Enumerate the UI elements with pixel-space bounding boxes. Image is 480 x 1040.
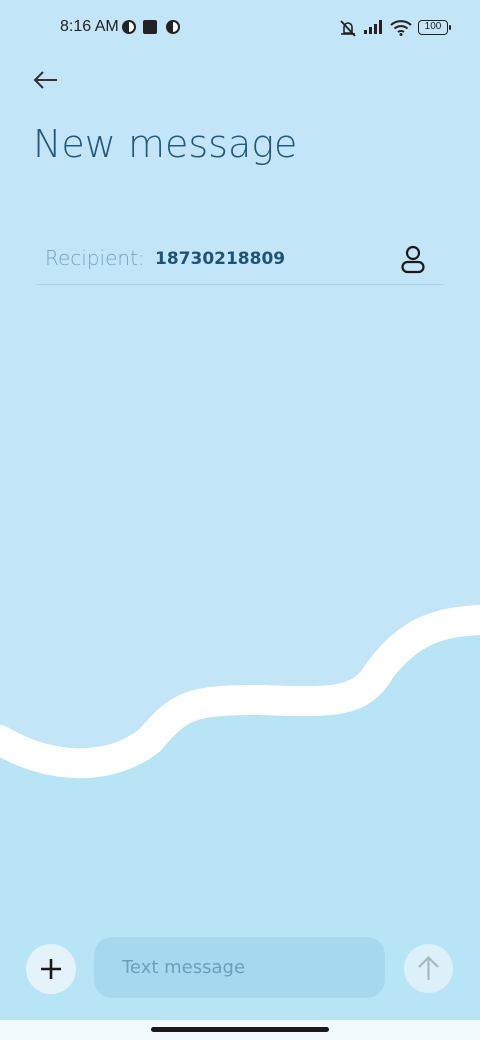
arrow-up-icon (418, 955, 439, 980)
send-button[interactable] (404, 944, 453, 993)
status-time: 8:16 AM (60, 18, 119, 35)
page-title: New message (33, 122, 298, 166)
recipient-label: Recipient: (45, 246, 145, 270)
home-indicator[interactable] (151, 1027, 329, 1032)
recipient-value[interactable]: 18730218809 (155, 249, 285, 269)
add-attachment-button[interactable] (26, 944, 76, 994)
notification-dot-icon (122, 20, 136, 34)
text-message-input[interactable] (94, 937, 385, 998)
plus-icon (41, 959, 61, 979)
recipient-field[interactable]: Recipient: 18730218809 (36, 232, 444, 285)
battery-level: 100 (424, 21, 442, 32)
status-bar: 8:16 AM 100 (0, 0, 480, 56)
stop-square-icon (143, 20, 157, 34)
signal-icon (364, 20, 382, 34)
notification-dot-icon (166, 20, 180, 34)
pick-contact-button[interactable] (396, 240, 430, 276)
person-icon (401, 245, 425, 274)
screen: 8:16 AM 100 New message Recipient: 18730… (0, 0, 480, 1040)
arrow-left-icon (33, 71, 57, 89)
mute-vibrate-icon (340, 20, 356, 37)
back-button[interactable] (28, 64, 64, 96)
wifi-icon (390, 20, 412, 36)
battery-icon: 100 (418, 20, 451, 35)
